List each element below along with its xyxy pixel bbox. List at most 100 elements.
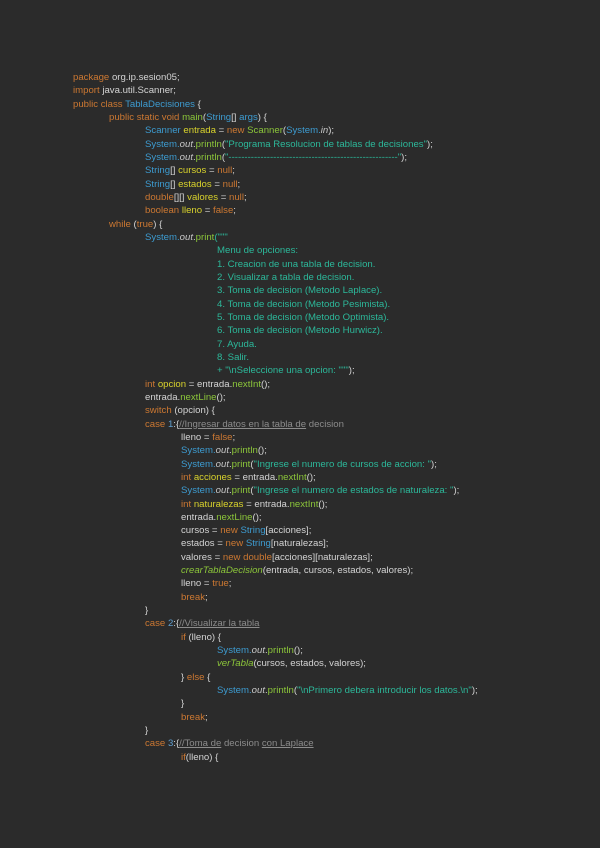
- code-token-plain: }: [145, 725, 149, 737]
- code-line: String[] estados = null;: [73, 178, 478, 191]
- code-line: System.out.println("Programa Resolucion …: [73, 138, 478, 151]
- code-line: System.out.println();: [73, 644, 478, 657]
- code-token-comment2: decision: [221, 738, 262, 750]
- code-token-kw: while: [109, 218, 134, 230]
- code-line: 5. Toma de decision (Metodo Optimista).: [73, 311, 478, 324]
- code-line: 3. Toma de decision (Metodo Laplace).: [73, 284, 478, 297]
- code-token-str: "\nPrimero debera introducir los datos.\…: [297, 685, 472, 697]
- code-token-kw: else: [186, 671, 208, 683]
- code-line: lleno = false;: [73, 431, 478, 444]
- code-token-type: String: [145, 165, 171, 177]
- code-token-var: acciones: [193, 471, 232, 483]
- code-token-plain: ();: [216, 391, 226, 403]
- code-token-plain: );: [431, 458, 437, 470]
- code-token-kw: package: [73, 72, 112, 83]
- code-token-kw: case: [145, 418, 168, 430]
- code-token-plain: );: [453, 485, 460, 497]
- code-token-kw: true: [212, 578, 229, 590]
- code-token-method: nextLine: [216, 511, 253, 523]
- code-line: import java.util.Scanner;: [73, 84, 478, 97]
- code-line: } else {: [73, 671, 478, 684]
- code-token-type: System.: [145, 151, 180, 163]
- code-token-type: Scanner: [145, 125, 184, 137]
- code-line: entrada.nextLine();: [73, 511, 478, 524]
- code-token-plain: ) {: [257, 111, 267, 123]
- code-token-type: String: [240, 525, 266, 537]
- code-token-comment: con Laplace: [261, 738, 314, 750]
- code-token-kw: case: [145, 618, 168, 630]
- code-token-plain: [acciones][naturalezas];: [271, 551, 373, 563]
- code-token-plain: ();: [252, 511, 262, 523]
- code-line: System.out.print(""": [73, 231, 478, 244]
- code-token-type: System.: [145, 231, 180, 243]
- code-token-plain: [acciones];: [265, 525, 312, 537]
- code-token-plain: (entrada, cursos, estados, valores);: [262, 565, 414, 577]
- code-token-var: entrada: [183, 125, 216, 137]
- code-token-plain: (opcion) {: [174, 405, 215, 417]
- code-token-str: Menu de opciones:: [217, 245, 299, 257]
- code-token-plain: (lleno) {: [188, 631, 221, 643]
- code-token-type: System.: [217, 645, 252, 657]
- code-token-field: out: [179, 231, 193, 243]
- code-token-type: System.: [181, 485, 216, 497]
- code-token-kw: public static void: [109, 111, 183, 123]
- code-line: cursos = new String[acciones];: [73, 524, 478, 537]
- code-token-plain: []: [170, 165, 179, 177]
- code-line: public static void main(String[] args) {: [73, 111, 478, 124]
- code-token-method: println: [267, 685, 294, 697]
- code-line: verTabla(cursos, estados, valores);: [73, 657, 478, 670]
- code-line: entrada.nextLine();: [73, 391, 478, 404]
- code-line: if (lleno) {: [73, 631, 478, 644]
- code-token-plain: [naturalezas];: [270, 538, 329, 550]
- code-token-kw: double: [145, 191, 174, 203]
- code-line: valores = new double[acciones][naturalez…: [73, 551, 478, 564]
- code-token-str: "Ingrese el numero de cursos de accion: …: [253, 458, 432, 470]
- code-token-str: 7. Ayuda.: [217, 338, 257, 350]
- code-token-var: cursos: [178, 165, 207, 177]
- code-token-plain: [][]: [173, 191, 188, 203]
- code-line: break;: [73, 711, 478, 724]
- code-token-var: lleno: [181, 205, 203, 217]
- code-token-kw: null: [217, 165, 233, 177]
- code-token-plain: ;: [232, 431, 236, 443]
- code-token-kw: int: [181, 498, 194, 510]
- code-token-plain: valores =: [181, 551, 223, 563]
- code-token-kw: null: [229, 191, 244, 203]
- code-token-type: args: [239, 111, 258, 123]
- code-line: lleno = true;: [73, 577, 478, 590]
- code-token-method: println: [267, 645, 294, 657]
- code-token-type: String: [145, 178, 171, 190]
- code-token-str: (""": [214, 231, 228, 243]
- code-token-kw: double: [243, 551, 272, 563]
- code-token-kw: switch: [145, 405, 175, 417]
- code-token-plain: );: [348, 365, 355, 377]
- code-line: boolean lleno = false;: [73, 204, 478, 217]
- code-line: estados = new String[naturalezas];: [73, 537, 478, 550]
- code-token-method: println: [195, 138, 222, 150]
- code-token-kw: int: [181, 471, 194, 483]
- code-token-kw: new: [225, 538, 246, 550]
- code-token-comment2: decision: [306, 418, 344, 430]
- code-token-kw: false: [212, 431, 233, 443]
- code-token-field: out: [215, 458, 229, 470]
- code-token-plain: ();: [261, 378, 271, 390]
- code-token-type: System.: [286, 125, 321, 137]
- code-token-method: nextInt: [232, 378, 262, 390]
- code-token-str: + "\nSeleccione una opcion: """: [217, 365, 349, 377]
- code-token-plain: (lleno) {: [185, 751, 219, 763]
- code-token-plain: );: [471, 685, 478, 697]
- code-line: 8. Salir.: [73, 351, 478, 364]
- code-token-plain: ;: [243, 191, 247, 203]
- code-token-field: out: [179, 138, 193, 150]
- code-token-plain: ;: [237, 178, 241, 190]
- code-token-plain: =: [202, 205, 214, 217]
- code-token-method: println: [231, 445, 258, 457]
- code-line: 7. Ayuda.: [73, 338, 478, 351]
- code-line: break;: [73, 591, 478, 604]
- code-line: switch (opcion) {: [73, 404, 478, 417]
- code-line: 4. Toma de decision (Metodo Pesimista).: [73, 298, 478, 311]
- code-token-plain: []: [231, 111, 240, 123]
- code-token-str: 8. Salir.: [217, 351, 249, 363]
- code-token-field: out: [215, 445, 229, 457]
- code-token-field: out: [251, 685, 265, 697]
